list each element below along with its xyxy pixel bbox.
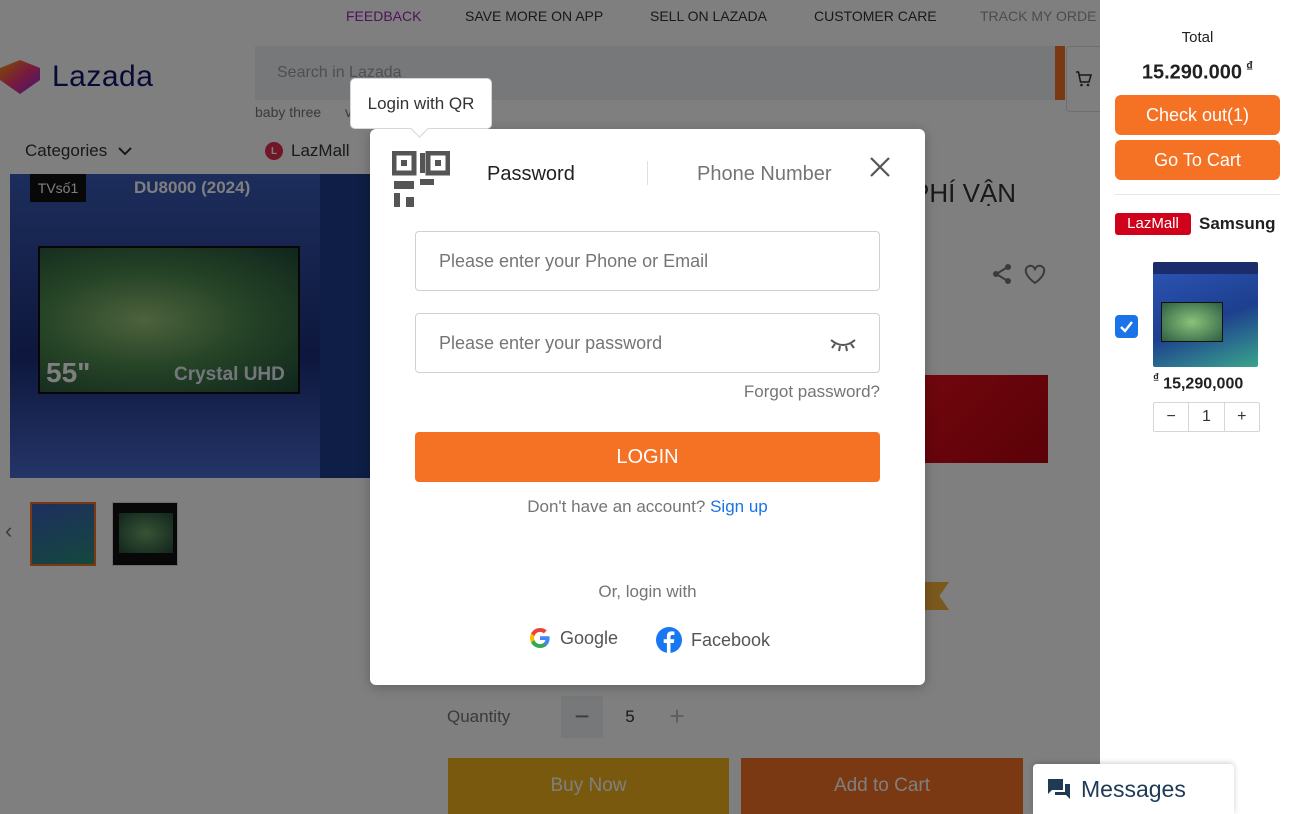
checkout-button[interactable]: Check out(1) bbox=[1115, 95, 1280, 135]
cart-item-quantity-stepper: − 1 + bbox=[1153, 402, 1260, 432]
google-icon bbox=[530, 628, 550, 648]
item-select-checkbox[interactable] bbox=[1115, 315, 1138, 338]
tab-divider bbox=[647, 161, 648, 185]
cart-item-image[interactable] bbox=[1153, 262, 1258, 367]
store-name[interactable]: Samsung bbox=[1199, 214, 1281, 234]
cart-item-price-value: 15,290,000 bbox=[1163, 375, 1244, 393]
currency-symbol: ₫ bbox=[1245, 58, 1254, 74]
facebook-login-button[interactable]: Facebook bbox=[655, 626, 770, 654]
lazmall-store-badge: LazMall bbox=[1115, 213, 1191, 235]
password-input[interactable] bbox=[416, 314, 879, 372]
chat-icon bbox=[1048, 779, 1070, 799]
facebook-icon bbox=[656, 627, 682, 653]
tab-phone-number[interactable]: Phone Number bbox=[697, 163, 832, 186]
cart-total-value: 15.290.000 ₫ bbox=[1100, 58, 1295, 85]
close-icon[interactable] bbox=[866, 153, 894, 181]
tab-password[interactable]: Password bbox=[487, 163, 575, 186]
password-field bbox=[415, 313, 880, 373]
signup-row: Don't have an account? Sign up bbox=[370, 497, 925, 517]
sidebar-divider bbox=[1115, 194, 1280, 195]
messages-widget[interactable]: Messages bbox=[1033, 764, 1234, 814]
cart-total-amount: 15.290.000 bbox=[1141, 61, 1242, 84]
login-with-qr-tooltip: Login with QR bbox=[350, 78, 492, 129]
login-modal: Password Phone Number Forgot password? L… bbox=[370, 129, 925, 685]
or-login-with-label: Or, login with bbox=[598, 582, 697, 601]
cart-item-price: ₫ 15,290,000 bbox=[1153, 371, 1243, 393]
phone-email-input[interactable] bbox=[416, 232, 879, 290]
eye-closed-icon[interactable] bbox=[829, 336, 857, 352]
cart-item-increase-button[interactable]: + bbox=[1225, 403, 1259, 431]
signup-link[interactable]: Sign up bbox=[710, 497, 768, 516]
messages-label: Messages bbox=[1081, 775, 1186, 802]
qr-code-icon[interactable] bbox=[392, 151, 450, 209]
google-login-label: Google bbox=[560, 627, 619, 648]
cart-item-quantity-value[interactable]: 1 bbox=[1188, 403, 1225, 431]
facebook-login-label: Facebook bbox=[691, 629, 771, 650]
signup-prompt: Don't have an account? bbox=[527, 497, 706, 516]
cart-item-decrease-button[interactable]: − bbox=[1154, 403, 1188, 431]
google-login-button[interactable]: Google bbox=[528, 626, 618, 650]
cart-sidebar: Total 15.290.000 ₫ Check out(1) Go To Car… bbox=[1100, 0, 1295, 814]
cart-total-label: Total bbox=[1181, 29, 1214, 46]
currency-symbol: ₫ bbox=[1153, 371, 1160, 385]
phone-email-field bbox=[415, 231, 880, 291]
go-to-cart-button[interactable]: Go To Cart bbox=[1115, 140, 1280, 180]
login-button[interactable]: LOGIN bbox=[415, 432, 880, 482]
checkmark-icon bbox=[1120, 321, 1133, 333]
forgot-password-link[interactable]: Forgot password? bbox=[744, 382, 880, 402]
